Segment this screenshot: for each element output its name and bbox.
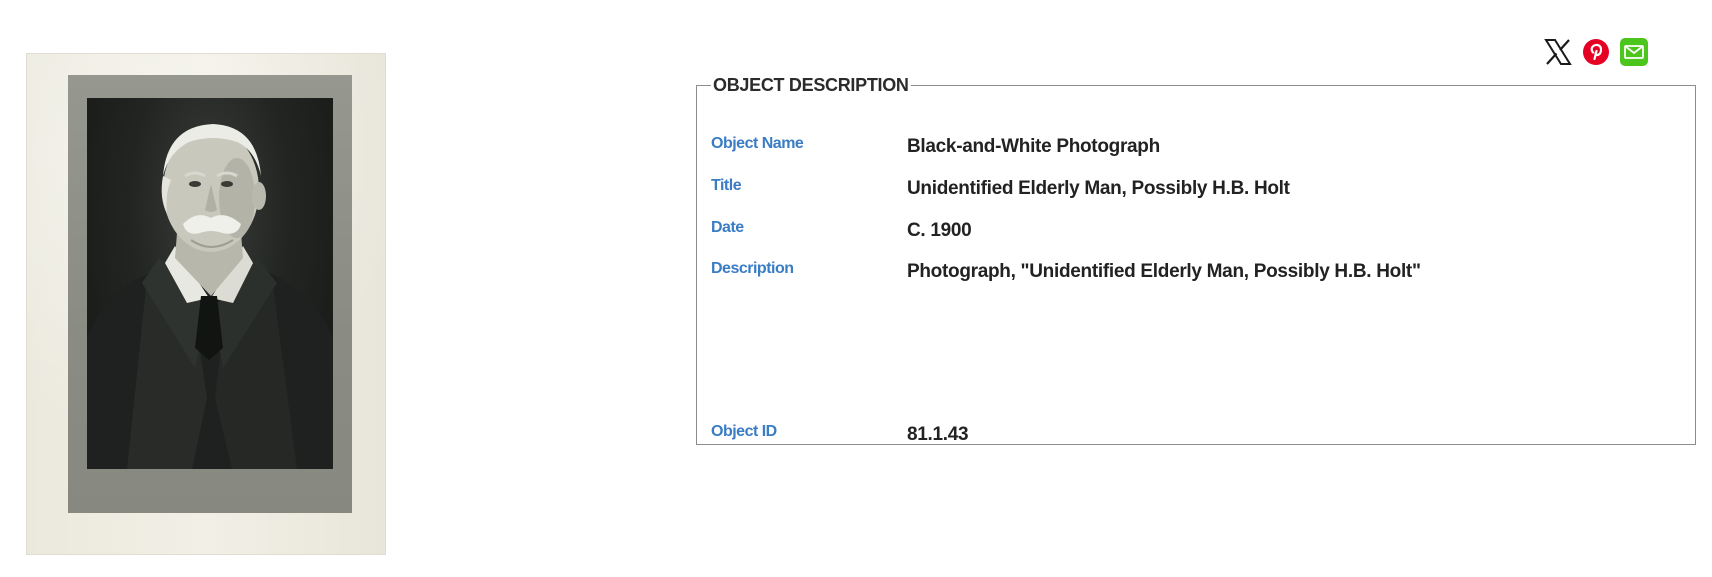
object-description-panel: OBJECT DESCRIPTION Object Name Black-and… [696,75,1696,445]
field-label: Object ID [711,423,777,440]
field-label: Object Name [711,135,804,152]
field-label: Description [711,260,794,277]
share-icons [1543,37,1649,67]
field-value: C. 1900 [907,220,972,241]
pinterest-icon[interactable] [1581,37,1611,67]
field-value: Photograph, "Unidentified Elderly Man, P… [907,261,1421,282]
field-label: Date [711,219,744,236]
field-value: Unidentified Elderly Man, Possibly H.B. … [907,178,1290,199]
portrait-image [87,124,333,469]
photo-card-mount [68,75,352,513]
object-detail-page: OBJECT DESCRIPTION Object Name Black-and… [0,0,1712,577]
field-value: 81.1.43 [907,424,969,445]
field-value: Black-and-White Photograph [907,136,1160,157]
object-photo[interactable] [26,53,386,555]
photo-print [87,98,333,469]
x-icon[interactable] [1543,37,1573,67]
email-icon[interactable] [1619,37,1649,67]
field-label: Title [711,177,742,194]
section-legend: OBJECT DESCRIPTION [713,75,909,95]
